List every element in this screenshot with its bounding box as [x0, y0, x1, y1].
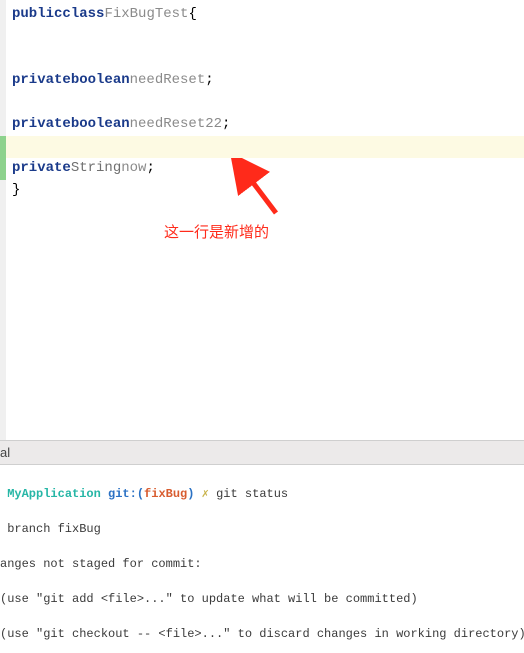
terminal-line: (use "git add <file>..." to update what …	[0, 591, 524, 608]
semicolon: ;	[205, 69, 213, 93]
terminal-line-prompt: MyApplication git:(fixBug) ✗ git status	[0, 486, 524, 503]
terminal-command: git status	[216, 487, 288, 501]
code-line-field1: private boolean needReset;	[6, 70, 524, 92]
field-name: needReset22	[130, 113, 222, 137]
keyword-private: private	[12, 113, 71, 137]
brace-close: }	[12, 179, 20, 203]
code-highlighted-blank	[6, 136, 524, 158]
keyword-boolean: boolean	[71, 113, 130, 137]
type-string: String	[71, 157, 121, 181]
prompt-dirty-icon: ✗	[202, 487, 209, 501]
terminal-tab-label: al	[0, 445, 10, 460]
terminal-line: (use "git checkout -- <file>..." to disc…	[0, 626, 524, 643]
field-name: now	[121, 157, 146, 181]
brace-open: {	[188, 3, 196, 27]
code-blank-line	[6, 26, 524, 48]
keyword-public: public	[12, 3, 62, 27]
code-line: public class FixBugTest {	[6, 4, 524, 26]
code-editor[interactable]: public class FixBugTest { private boolea…	[0, 0, 524, 440]
prompt-git-close: )	[187, 487, 194, 501]
code-line-field2: private boolean needReset22;	[6, 114, 524, 136]
keyword-private: private	[12, 157, 71, 181]
code-blank-line	[6, 92, 524, 114]
class-name: FixBugTest	[104, 3, 188, 27]
terminal-line: anges not staged for commit:	[0, 556, 524, 573]
semicolon: ;	[146, 157, 154, 181]
terminal-tab-header[interactable]: al	[0, 440, 524, 465]
terminal-line: branch fixBug	[0, 521, 524, 538]
keyword-boolean: boolean	[71, 69, 130, 93]
field-name: needReset	[130, 69, 206, 93]
gutter-change-marker	[0, 136, 6, 158]
annotation-text: 这一行是新增的	[164, 220, 269, 246]
code-blank-line	[6, 48, 524, 70]
code-line-field3: private String now;	[6, 158, 524, 180]
keyword-private: private	[12, 69, 71, 93]
code-line-close: }	[6, 180, 524, 202]
gutter-change-marker	[0, 158, 6, 180]
keyword-class: class	[62, 3, 104, 27]
prompt-app: MyApplication	[7, 487, 101, 501]
prompt-branch: fixBug	[144, 487, 187, 501]
prompt-git-label: git:(	[108, 487, 144, 501]
terminal-pane[interactable]: MyApplication git:(fixBug) ✗ git status …	[0, 465, 524, 653]
semicolon: ;	[222, 113, 230, 137]
